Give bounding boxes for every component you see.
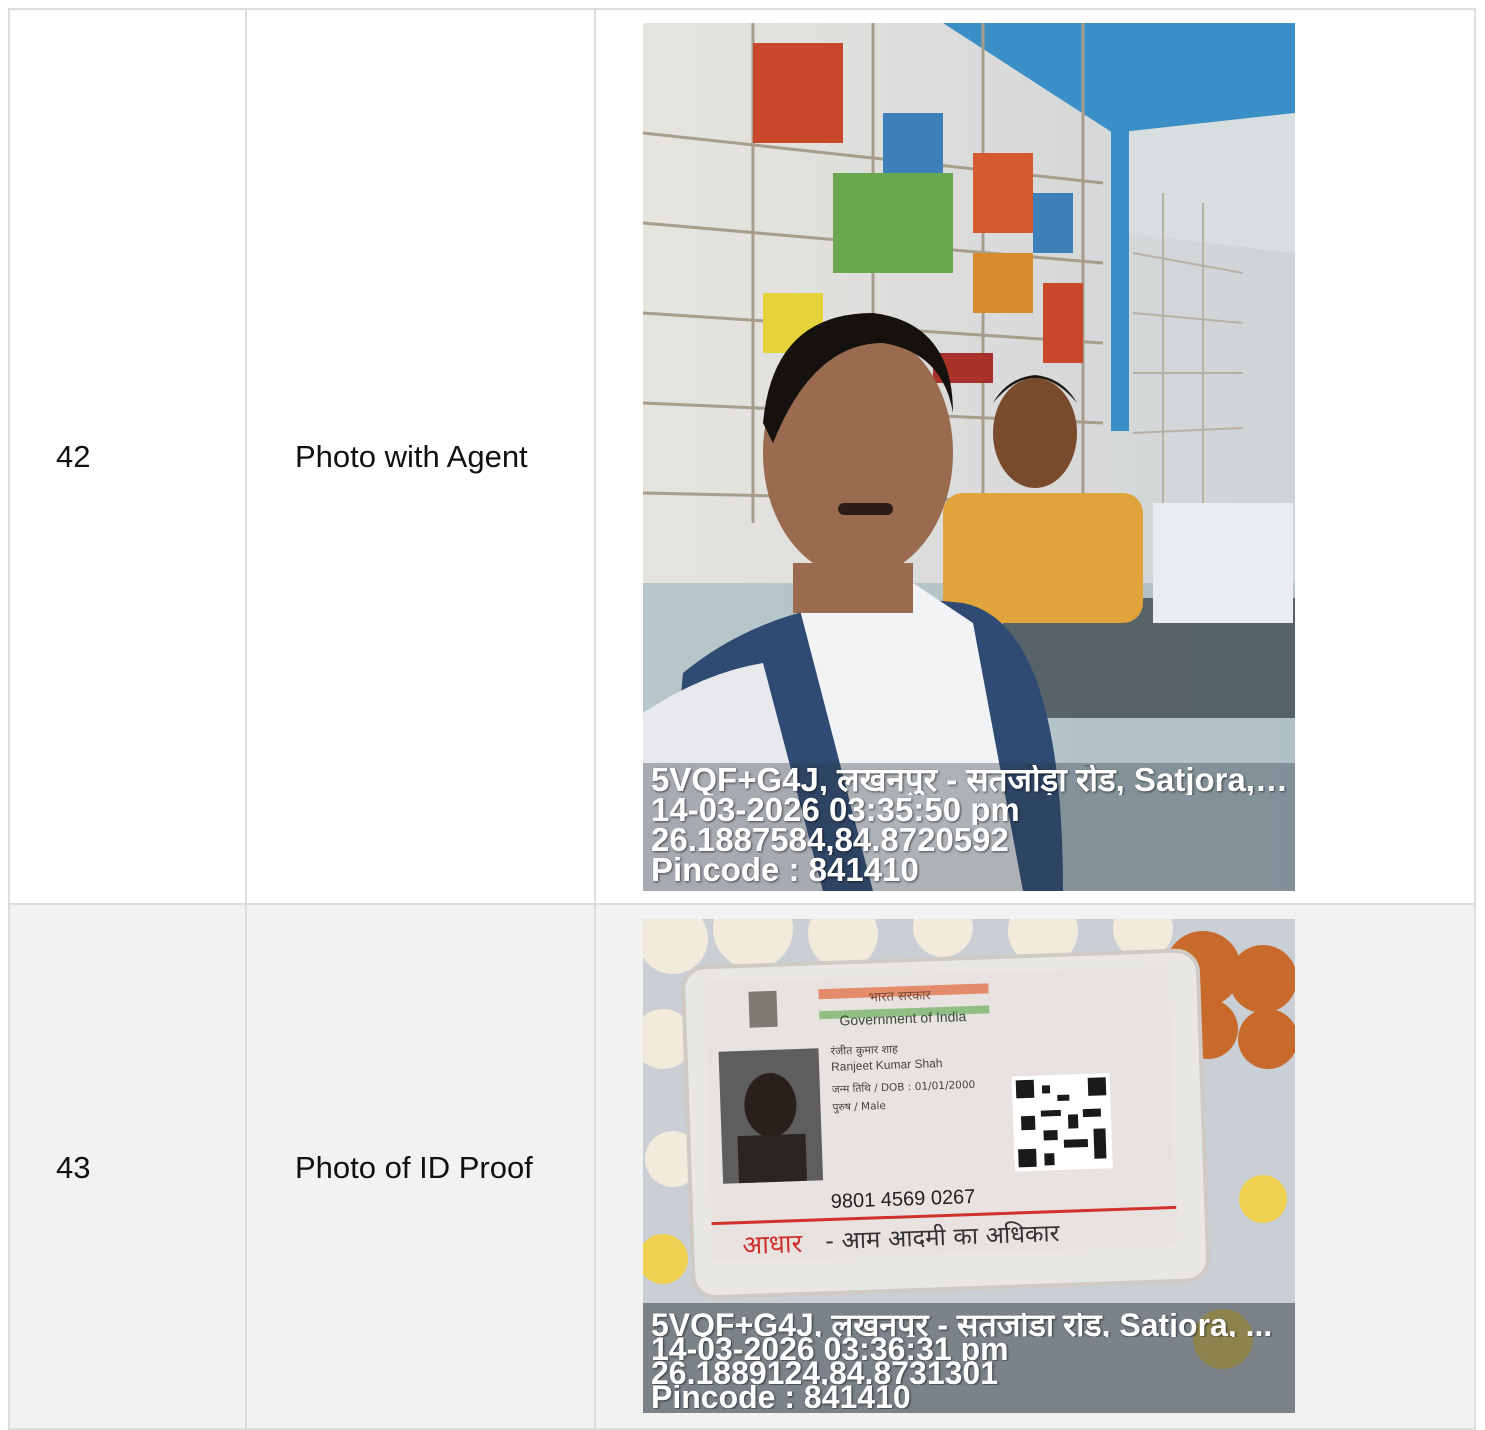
overlay-address: 5VQF+G4J, लखनपुर - सतजोड़ा रोड, Satjora,… [651, 1313, 1273, 1337]
row-label: Photo of ID Proof [245, 903, 596, 1430]
overlay-coordinates: 26.1889124,84.8731301 [651, 1361, 999, 1385]
photo-records-table: 42 Photo with Agent 5VQF+G4J, लखनपुर - स… [8, 8, 1476, 1430]
card-header-hindi: भारत सरकार [868, 988, 931, 1005]
card-name-hindi: रंजीत कुमार शाह [830, 1043, 898, 1058]
geotag-overlay: 5VQF+G4J, लखनपुर - सतजोड़ा रोड, Satjora,… [651, 765, 1289, 885]
agent-selfie-photo[interactable]: 5VQF+G4J, लखनपुर - सतजोड़ा रोड, Satjora,… [643, 22, 1295, 891]
selfie-photo-icon [643, 22, 1295, 891]
row-label: Photo with Agent [245, 8, 596, 905]
overlay-coordinates: 26.1887584,84.8720592 [651, 824, 1009, 855]
card-footer-brand: आधार [742, 1229, 804, 1261]
overlay-timestamp: 14-03-2026 03:36:31 pm [651, 1337, 1009, 1361]
row-number: 42 [8, 8, 247, 905]
id-proof-photo[interactable]: भारत सरकार Government of India रंजीत कुम… [643, 919, 1295, 1413]
table-row: 42 Photo with Agent 5VQF+G4J, लखनपुर - स… [8, 8, 1476, 905]
card-gender: पुरुष / Male [832, 1100, 886, 1114]
row-number: 43 [8, 903, 247, 1430]
overlay-address: 5VQF+G4J, लखनपुर - सतजोड़ा रोड, Satjora,… [651, 764, 1289, 795]
table-row: 43 Photo of ID Proof भारत सरकार Governme… [8, 903, 1476, 1430]
overlay-pincode: Pincode : 841410 [651, 1385, 911, 1409]
geotag-overlay: 5VQF+G4J, लखनपुर - सतजोड़ा रोड, Satjora,… [651, 1313, 1289, 1409]
overlay-timestamp: 14-03-2026 03:35:50 pm [651, 794, 1020, 825]
photo-cell: भारत सरकार Government of India रंजीत कुम… [594, 903, 1476, 1430]
photo-cell: 5VQF+G4J, लखनपुर - सतजोड़ा रोड, Satjora,… [594, 8, 1476, 905]
overlay-pincode: Pincode : 841410 [651, 854, 919, 885]
